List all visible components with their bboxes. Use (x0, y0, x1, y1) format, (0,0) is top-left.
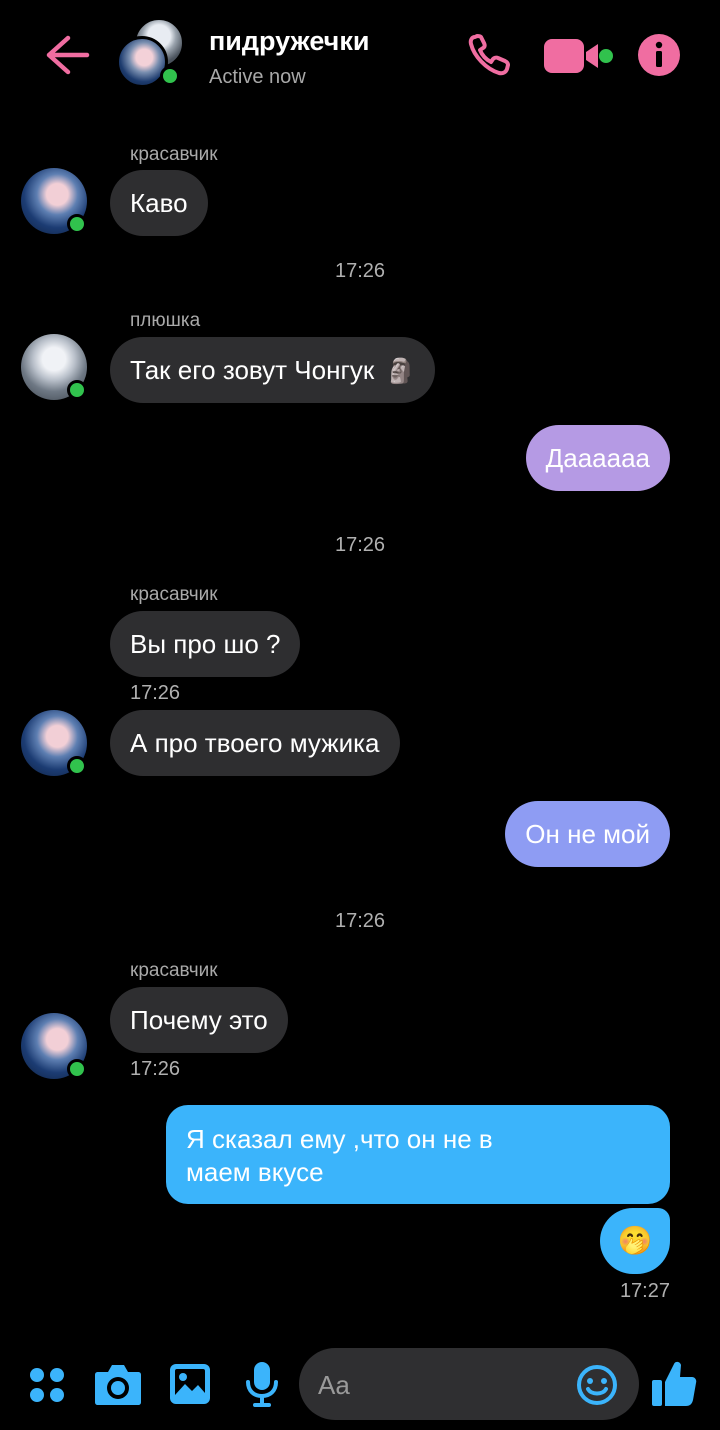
timestamp: 17:26 (130, 1058, 181, 1080)
hand-over-mouth-emoji: 🤭 (617, 1225, 653, 1256)
group-avatar[interactable] (116, 18, 188, 90)
sender-name: красавчик (130, 144, 218, 165)
message-bubble[interactable]: Почему это (110, 987, 288, 1053)
message-bubble[interactable]: Так его зовут Чонгук 🗿 (110, 337, 436, 403)
gallery-icon[interactable] (168, 1362, 212, 1406)
info-icon[interactable] (636, 32, 682, 78)
message-text: Вы про шо ? (130, 629, 281, 659)
back-arrow-icon[interactable] (44, 34, 90, 76)
message-input-placeholder: Aa (318, 1370, 350, 1400)
thumbs-up-icon[interactable] (650, 1358, 698, 1408)
message-text: А про твоего мужика (130, 728, 380, 758)
message-text: Почему это (130, 1005, 268, 1035)
online-indicator (67, 380, 87, 400)
message-text: маем вкусе (186, 1157, 324, 1187)
timestamp: 17:26 (334, 534, 386, 556)
avatar[interactable] (21, 334, 87, 400)
camera-icon[interactable] (94, 1362, 142, 1406)
avatar[interactable] (21, 168, 87, 234)
sender-name: красавчик (130, 584, 218, 605)
message-bubble-outgoing[interactable]: Я сказал ему ,что он не в маем вкусе (166, 1105, 670, 1204)
message-bubble[interactable]: Каво (110, 170, 208, 236)
message-bubble-outgoing[interactable]: Он не мой (505, 801, 670, 867)
apps-icon[interactable] (28, 1366, 66, 1404)
sender-name: плюшка (130, 310, 201, 331)
online-indicator (67, 756, 87, 776)
moai-emoji: 🗿 (385, 358, 416, 385)
message-text: Я сказал ему ,что он не в (186, 1124, 493, 1154)
chat-title[interactable]: пидружечки (209, 26, 369, 57)
message-text: Он не мой (525, 819, 650, 849)
message-bubble[interactable]: А про твоего мужика (110, 710, 400, 776)
message-text: Каво (130, 188, 188, 218)
phone-icon[interactable] (466, 32, 512, 78)
emoji-icon[interactable] (576, 1364, 618, 1406)
avatar[interactable] (21, 1013, 87, 1079)
message-text: Так его зовут Чонгук (130, 355, 375, 385)
timestamp: 17:26 (130, 682, 181, 704)
timestamp: 17:26 (334, 910, 386, 932)
video-icon[interactable] (542, 36, 616, 76)
microphone-icon[interactable] (244, 1360, 280, 1408)
message-bubble-outgoing[interactable]: 🤭 (600, 1208, 670, 1274)
chat-status: Active now (209, 66, 306, 88)
chat-header: пидружечки Active now (0, 0, 720, 120)
timestamp: 17:27 (619, 1280, 670, 1302)
sender-name: красавчик (130, 960, 218, 981)
message-bubble-outgoing[interactable]: Даааааа (525, 425, 670, 491)
message-bubble[interactable]: Вы про шо ? (110, 611, 301, 677)
online-indicator (67, 214, 87, 234)
online-indicator (160, 66, 180, 86)
timestamp: 17:26 (334, 260, 386, 282)
online-indicator (67, 1059, 87, 1079)
message-text: Даааааа (545, 443, 650, 473)
avatar[interactable] (21, 710, 87, 776)
